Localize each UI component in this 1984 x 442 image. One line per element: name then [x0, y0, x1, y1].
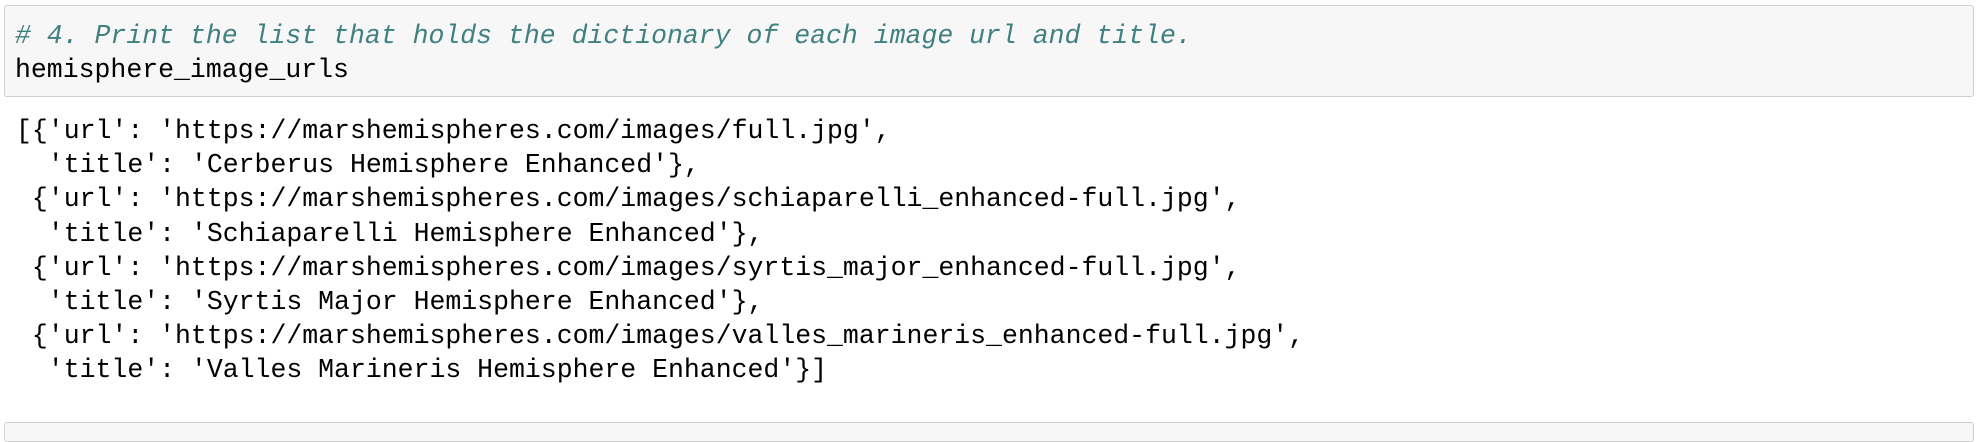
- output-line: {'url': 'https://marshemispheres.com/ima…: [16, 321, 1305, 352]
- code-comment: # 4. Print the list that holds the dicti…: [15, 21, 1192, 51]
- output-line: 'title': 'Schiaparelli Hemisphere Enhanc…: [16, 218, 764, 249]
- next-code-cell[interactable]: [4, 422, 1974, 442]
- output-line: 'title': 'Syrtis Major Hemisphere Enhanc…: [16, 286, 764, 317]
- cell-output: [{'url': 'https://marshemispheres.com/im…: [16, 114, 1304, 388]
- code-statement: hemisphere_image_urls: [15, 55, 349, 85]
- code-input-cell[interactable]: # 4. Print the list that holds the dicti…: [4, 5, 1974, 97]
- output-line: 'title': 'Valles Marineris Hemisphere En…: [16, 355, 828, 386]
- output-line: [{'url': 'https://marshemispheres.com/im…: [16, 116, 891, 146]
- output-line: 'title': 'Cerberus Hemisphere Enhanced'}…: [16, 150, 700, 181]
- output-line: {'url': 'https://marshemispheres.com/ima…: [16, 184, 1241, 215]
- output-line: {'url': 'https://marshemispheres.com/ima…: [16, 252, 1241, 283]
